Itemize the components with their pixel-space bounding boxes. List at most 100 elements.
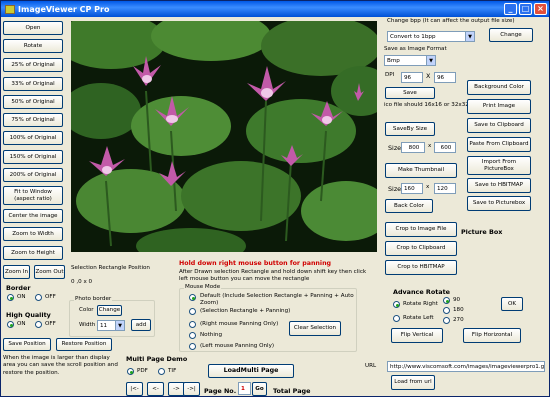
mouse-mode-default-radio[interactable]: [189, 294, 196, 301]
flip-horizontal-button[interactable]: Flip Horizontal: [463, 328, 521, 343]
pdf-label: PDF: [137, 368, 148, 374]
high-quality-off-radio[interactable]: [35, 321, 42, 328]
zoom-50-button[interactable]: 50% of Original: [3, 95, 63, 109]
load-multipage-button[interactable]: LoadMulti Page: [208, 364, 294, 378]
background-color-button[interactable]: Background Color: [467, 80, 531, 95]
size2-width-input[interactable]: 160: [401, 183, 423, 194]
mouse-mode-selection-radio[interactable]: [189, 308, 196, 315]
angle-90-radio[interactable]: [443, 297, 450, 304]
page-no-input[interactable]: 1: [238, 382, 251, 395]
chevron-down-icon[interactable]: ▼: [426, 56, 435, 65]
dpi-x-input[interactable]: 96: [401, 72, 423, 83]
size2-height-input[interactable]: 120: [434, 183, 456, 194]
zoom-150-button[interactable]: 150% of Original: [3, 150, 63, 164]
zoom-200-button[interactable]: 200% of Original: [3, 168, 63, 182]
border-on-radio[interactable]: [7, 294, 14, 301]
advance-rotate-label: Advance Rotate: [393, 288, 450, 296]
format-select[interactable]: Bmp ▼: [384, 55, 436, 66]
url-label: URL: [365, 363, 377, 369]
size1-width-input[interactable]: 800: [401, 142, 425, 153]
add-button[interactable]: add: [131, 319, 151, 331]
go-button[interactable]: Go: [252, 382, 267, 396]
rotate-button[interactable]: Rotate: [3, 39, 63, 53]
bpp-title: Change bpp (It can affect the output fil…: [387, 18, 515, 24]
bpp-select[interactable]: Convert to 1bpp ▼: [387, 31, 475, 42]
prev-page-button[interactable]: <-: [147, 382, 164, 396]
last-page-button[interactable]: ->|: [183, 382, 200, 396]
zoom-25-button[interactable]: 25% of Original: [3, 58, 63, 72]
border-on-label: ON: [17, 294, 26, 300]
paste-from-clipboard-button[interactable]: Paste From Clipboard: [467, 137, 531, 152]
ico-note: ico file should 16x16 or 32x32: [384, 102, 469, 108]
center-image-button[interactable]: Center the image: [3, 209, 63, 223]
import-from-picturebox-button[interactable]: Import From PictureBox: [467, 156, 531, 175]
mouse-mode-selection-label: (Selection Rectangle + Panning): [200, 308, 291, 314]
save-format-label: Save as Image Format: [384, 46, 447, 52]
save-to-hbitmap-button[interactable]: Save to HBITMAP: [467, 178, 531, 193]
zoom-100-button[interactable]: 100% of Original: [3, 131, 63, 145]
open-button[interactable]: Open: [3, 21, 63, 35]
angle-180-radio[interactable]: [443, 307, 450, 314]
flip-vertical-button[interactable]: Flip Vertical: [391, 328, 443, 343]
zoom-to-height-button[interactable]: Zoom to Height: [3, 246, 63, 260]
high-quality-on-label: ON: [17, 321, 26, 327]
chevron-down-icon[interactable]: ▼: [115, 321, 124, 330]
save-to-clipboard-button[interactable]: Save to Clipboard: [467, 118, 531, 133]
rotate-right-label: Rotate Right: [403, 301, 438, 307]
save-button[interactable]: Save: [385, 87, 435, 99]
image-viewer-canvas[interactable]: [71, 21, 377, 252]
ok-button[interactable]: OK: [501, 297, 523, 311]
bpp-change-button[interactable]: Change: [489, 28, 533, 42]
minimize-icon[interactable]: _: [504, 3, 517, 15]
save-by-size-button[interactable]: SaveBy Size: [385, 122, 435, 136]
rotate-left-radio[interactable]: [393, 315, 400, 322]
dpi-y-input[interactable]: 96: [434, 72, 456, 83]
save-position-button[interactable]: Save Position: [3, 338, 51, 351]
make-thumbnail-button[interactable]: Make Thumbnail: [385, 163, 457, 178]
maximize-icon[interactable]: □: [519, 3, 532, 15]
size1-sep: x: [428, 143, 432, 149]
mouse-mode-right-pan-radio[interactable]: [189, 321, 196, 328]
zoom-75-button[interactable]: 75% of Original: [3, 113, 63, 127]
size1-label: Size: [388, 144, 402, 152]
width-select[interactable]: 11 ▼: [97, 320, 125, 331]
width-value: 11: [100, 322, 108, 329]
app-window: ImageViewer CP Pro _ □ × Open Rotate 25%…: [0, 0, 550, 397]
fit-to-window-button[interactable]: Fit to Window (aspect ratio): [3, 186, 63, 205]
clear-selection-button[interactable]: Clear Selection: [289, 321, 341, 336]
rotate-right-radio[interactable]: [393, 301, 400, 308]
angle-270-label: 270: [453, 317, 464, 323]
url-input[interactable]: http://www.viscomsoft.com/images/imagevi…: [387, 361, 545, 372]
chevron-down-icon[interactable]: ▼: [465, 32, 474, 41]
mouse-mode-title: Mouse Mode: [184, 284, 222, 290]
crop-to-image-file-button[interactable]: Crop to Image File: [385, 222, 457, 237]
crop-to-hbitmap-button[interactable]: Crop to HBITMAP: [385, 260, 457, 275]
pdf-radio[interactable]: [127, 368, 134, 375]
save-to-picturebox-button[interactable]: Save to Picturebox: [467, 196, 531, 211]
load-from-url-button[interactable]: Load from url: [391, 375, 435, 390]
first-page-button[interactable]: |<-: [126, 382, 143, 396]
close-icon[interactable]: ×: [534, 3, 547, 15]
size1-height-input[interactable]: 600: [434, 142, 456, 153]
border-off-radio[interactable]: [35, 294, 42, 301]
mouse-mode-left-pan-radio[interactable]: [189, 343, 196, 350]
print-image-button[interactable]: Print Image: [467, 99, 531, 114]
zoom-33-button[interactable]: 33% of Original: [3, 77, 63, 91]
size2-sep: x: [426, 184, 430, 190]
mouse-mode-nothing-radio[interactable]: [189, 332, 196, 339]
zoom-to-width-button[interactable]: Zoom to Width: [3, 227, 63, 241]
photo-border-title: Photo border: [74, 296, 113, 302]
angle-270-radio[interactable]: [443, 317, 450, 324]
color-change-button[interactable]: Change: [97, 305, 122, 316]
crop-to-clipboard-button[interactable]: Crop to Clipboard: [385, 241, 457, 256]
zoom-in-button[interactable]: Zoom In: [3, 265, 30, 279]
zoom-out-button[interactable]: Zoom Out: [34, 265, 65, 279]
high-quality-on-radio[interactable]: [7, 321, 14, 328]
tif-radio[interactable]: [158, 368, 165, 375]
mouse-mode-left-pan-label: (Left mouse Panning Only): [200, 343, 275, 349]
picture-box-label: Picture Box: [461, 228, 503, 236]
restore-position-button[interactable]: Restore Position: [56, 338, 112, 351]
back-color-button[interactable]: Back Color: [385, 199, 433, 213]
water-lily-image: [71, 21, 377, 252]
rotate-left-label: Rotate Left: [403, 315, 434, 321]
